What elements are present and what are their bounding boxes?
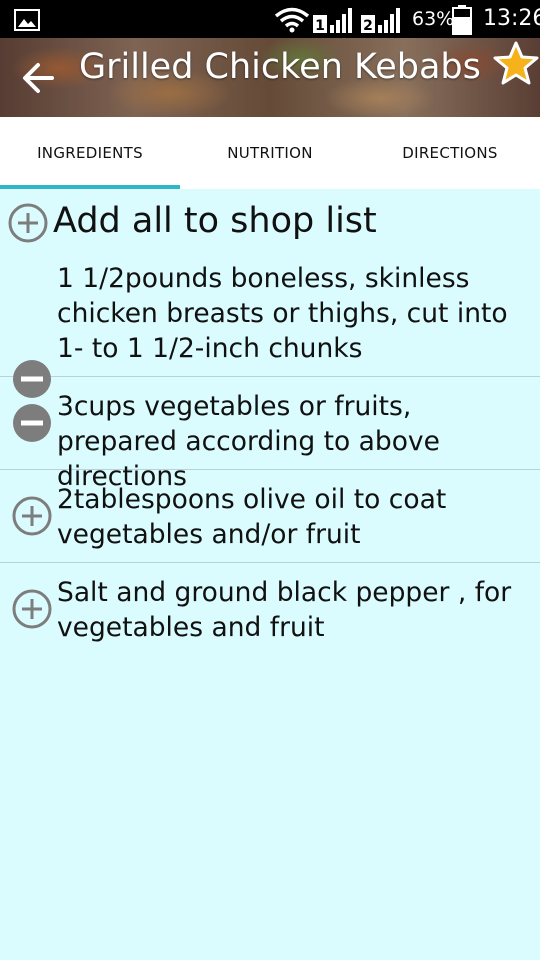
minus-circle-icon[interactable] [12,403,52,443]
sim2-label: 2 [363,18,373,34]
sim1-label: 1 [315,18,325,34]
plus-circle-icon[interactable] [12,496,52,536]
ingredient-text: 2tablespoons olive oil to coat vegetable… [57,484,447,550]
add-all-to-shop-list-button[interactable]: Add all to shop list [0,189,540,255]
list-item: 1 1/2pounds boneless, skinless chicken b… [0,255,540,398]
list-item: Salt and ground black pepper , for veget… [0,563,540,656]
tab-directions[interactable]: DIRECTIONS [360,117,540,189]
battery-icon [452,5,472,35]
list-item: 3cups vegetables or fruits, prepared acc… [0,377,540,492]
tab-ingredients[interactable]: INGREDIENTS [0,117,180,189]
ingredient-text: Salt and ground black pepper , for veget… [57,577,512,643]
status-bar: 1 2 63% 13:26 [0,0,540,38]
clock: 13:26 [483,6,540,31]
gallery-icon [14,9,40,31]
plus-circle-icon[interactable] [12,589,52,629]
tab-nutrition[interactable]: NUTRITION [180,117,360,189]
list-item: 2tablespoons olive oil to coat vegetable… [0,470,540,563]
recipe-header: Grilled Chicken Kebabs [0,38,540,117]
sim1-signal-icon: 1 [313,8,352,34]
star-icon[interactable] [492,40,540,88]
plus-circle-icon[interactable] [8,203,48,243]
add-all-label: Add all to shop list [53,201,377,241]
battery-percent: 63% [412,8,455,30]
arrow-back-icon[interactable] [16,58,60,98]
tab-bar: INGREDIENTS NUTRITION DIRECTIONS [0,117,540,189]
page-title: Grilled Chicken Kebabs [79,47,481,87]
ingredient-list: Add all to shop list 1 1/2pounds boneles… [0,189,540,656]
ingredient-text: 1 1/2pounds boneless, skinless chicken b… [57,263,508,364]
sim2-signal-icon: 2 [361,8,400,34]
wifi-icon [274,7,310,33]
